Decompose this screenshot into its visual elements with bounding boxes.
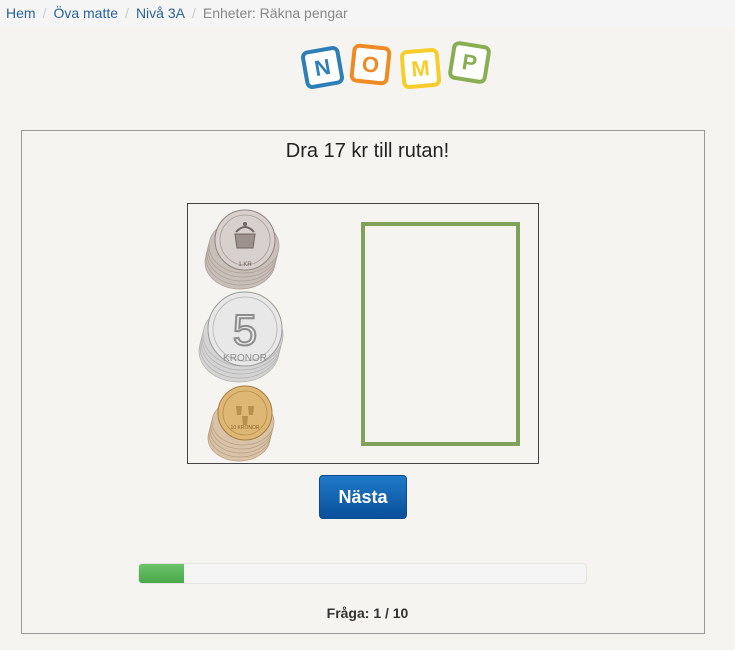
- logo-tile-m: M: [399, 47, 442, 90]
- question-counter: Fråga: 1 / 10: [326, 605, 409, 621]
- breadcrumb-current: Enheter: Räkna pengar: [202, 5, 348, 21]
- breadcrumb-practice-link[interactable]: Öva matte: [53, 5, 118, 21]
- next-button[interactable]: Nästa: [319, 475, 407, 519]
- svg-text:1 KR: 1 KR: [238, 262, 252, 268]
- five-kronor-coin-icon[interactable]: 5 KRONOR: [196, 287, 292, 385]
- logo-tile-n: N: [299, 44, 346, 91]
- progress-bar-fill: [139, 564, 184, 583]
- progress-bar: [138, 563, 587, 584]
- svg-text:5: 5: [233, 306, 257, 355]
- logo-tile-p: P: [447, 40, 492, 85]
- coin-drop-zone[interactable]: [361, 222, 520, 446]
- nomp-logo[interactable]: N O M P: [299, 40, 493, 91]
- task-instruction: Dra 17 kr till rutan!: [285, 140, 450, 162]
- breadcrumb-home-link[interactable]: Hem: [6, 5, 36, 21]
- ten-kronor-coin-icon[interactable]: 10 KRONOR: [205, 384, 285, 464]
- svg-text:KRONOR: KRONOR: [223, 353, 267, 364]
- breadcrumb-separator: /: [42, 5, 47, 21]
- logo-tile-o: O: [349, 43, 392, 86]
- breadcrumb-separator: /: [191, 5, 196, 21]
- breadcrumb-separator: /: [125, 5, 129, 21]
- breadcrumb: Hem / Öva matte / Nivå 3A / Enheter: Räkna pen…: [0, 0, 735, 26]
- svg-text:10 KRONOR: 10 KRONOR: [231, 425, 260, 431]
- breadcrumb-level-link[interactable]: Nivå 3A: [136, 5, 185, 21]
- one-krona-coin-icon[interactable]: 1 KR: [198, 206, 288, 292]
